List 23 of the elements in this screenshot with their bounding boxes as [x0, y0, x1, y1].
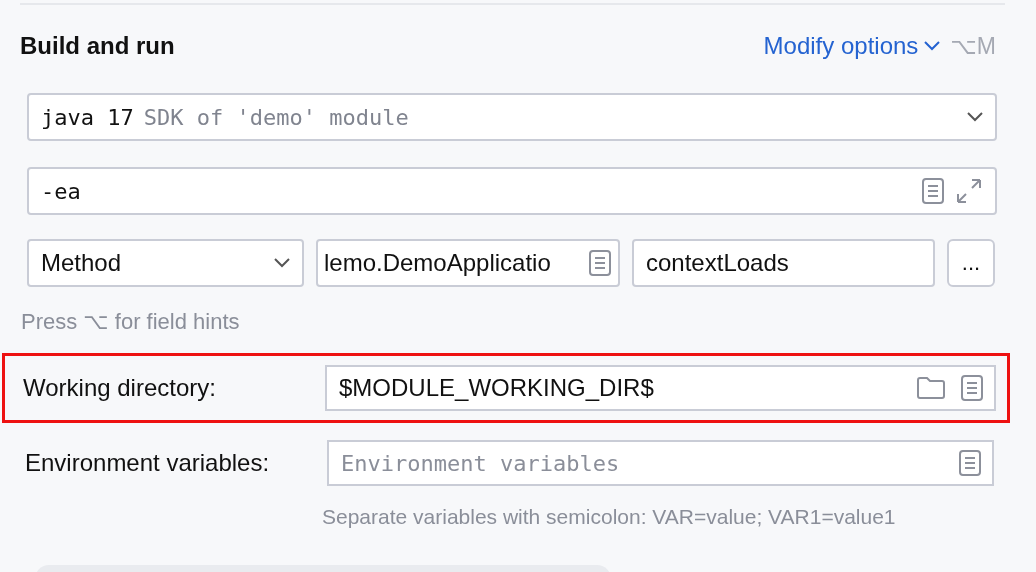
sdk-dropdown[interactable]: java 17 SDK of 'demo' module	[27, 93, 997, 141]
folder-icon[interactable]	[916, 376, 946, 400]
chevron-down-icon	[924, 41, 941, 51]
field-label: Working directory:	[23, 374, 217, 402]
shortcut-hint: ⌥M	[950, 32, 996, 60]
section-title: Build and run	[20, 32, 175, 60]
browse-button[interactable]: ...	[947, 239, 995, 287]
modify-options-link[interactable]: Modify options	[763, 32, 941, 60]
document-icon[interactable]	[960, 375, 984, 401]
test-kind-dropdown[interactable]: Method	[27, 239, 304, 287]
field-label: Environment variables:	[25, 449, 271, 477]
help-text: Separate variables with semicolon: VAR=value; VAR1=value1	[322, 505, 897, 529]
method-field[interactable]: contextLoads	[632, 239, 935, 287]
document-icon[interactable]	[958, 450, 982, 476]
working-directory-field[interactable]: $MODULE_WORKING_DIR$	[325, 365, 996, 411]
chevron-down-icon	[967, 112, 983, 122]
document-icon[interactable]	[588, 250, 612, 276]
document-icon[interactable]	[921, 178, 945, 204]
vm-options-field[interactable]: -ea	[27, 167, 997, 215]
expand-icon[interactable]	[955, 177, 983, 205]
chevron-down-icon	[274, 258, 290, 268]
class-field[interactable]: lemo.DemoApplicatio	[316, 239, 620, 287]
field-hint: Press ⌥ for field hints	[21, 309, 241, 335]
